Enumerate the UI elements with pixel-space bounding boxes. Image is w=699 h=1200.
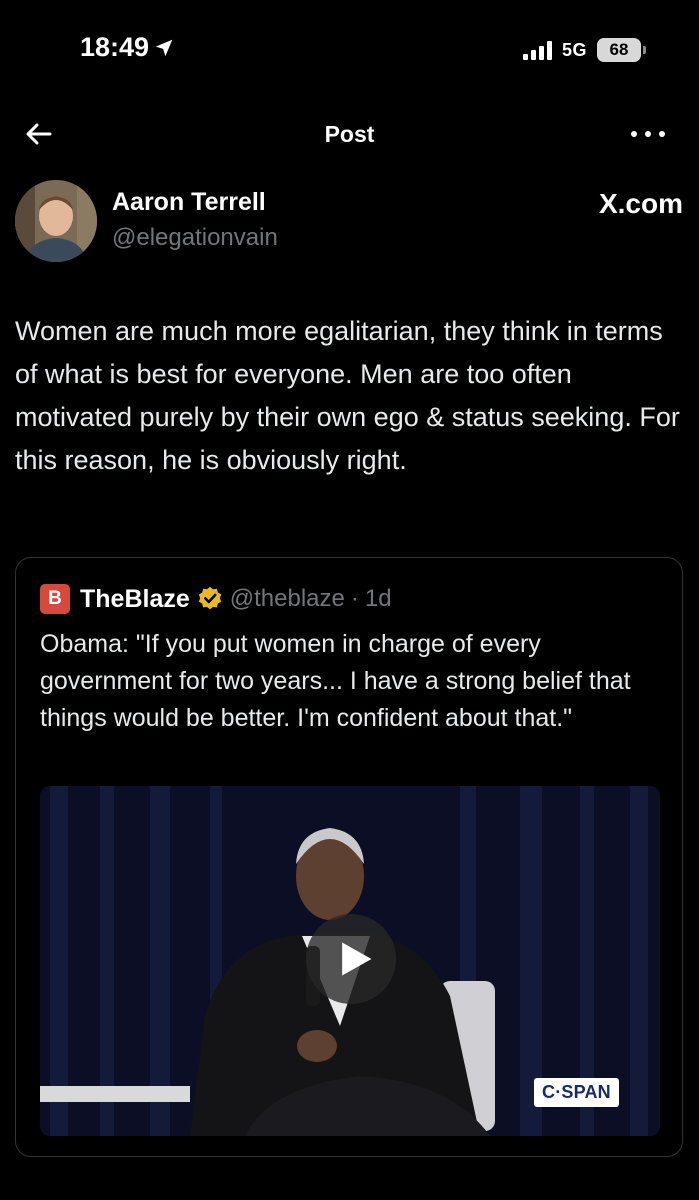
separator-dot: · (350, 585, 359, 612)
quote-author-name: TheBlaze (80, 584, 190, 613)
battery-level: 68 (609, 40, 629, 59)
quote-timestamp: 1d (364, 585, 392, 612)
quote-text: Obama: "If you put women in charge of ev… (40, 630, 631, 732)
verified-badge-icon (198, 586, 221, 610)
quote-author-handle: @theblaze (229, 585, 345, 612)
network-type: 5G (561, 39, 587, 60)
avatar[interactable] (15, 180, 97, 262)
post-author: Aaron Terrell @elegationvain X.com (15, 180, 685, 265)
author-handle[interactable]: @elegationvain (112, 224, 278, 252)
theblaze-logo-icon: B (40, 584, 70, 614)
quoted-post[interactable]: B TheBlaze @theblaze · 1d Obama: "If you… (15, 557, 683, 1157)
video-player[interactable]: C·SPAN (40, 786, 660, 1136)
status-indicators: 5G 68 (522, 38, 646, 62)
quote-header: B TheBlaze @theblaze · 1d (40, 584, 392, 614)
site-label: X.com (598, 188, 683, 219)
nav-bar: Post (0, 105, 699, 165)
author-name[interactable]: Aaron Terrell (112, 188, 266, 217)
status-time: 18:49 (80, 32, 175, 63)
post-text: Women are much more egalitarian, they th… (15, 316, 680, 475)
page-title: Post (324, 121, 375, 147)
signal-icon (522, 40, 552, 60)
play-icon (342, 942, 372, 976)
status-bar: 18:49 5G 68 (0, 0, 699, 100)
more-icon[interactable] (631, 119, 665, 149)
play-button[interactable] (306, 914, 396, 1004)
location-arrow-icon (155, 39, 173, 56)
time-text: 18:49 (80, 32, 150, 62)
battery-icon: 68 (597, 38, 646, 62)
cspan-badge: C·SPAN (534, 1078, 619, 1107)
